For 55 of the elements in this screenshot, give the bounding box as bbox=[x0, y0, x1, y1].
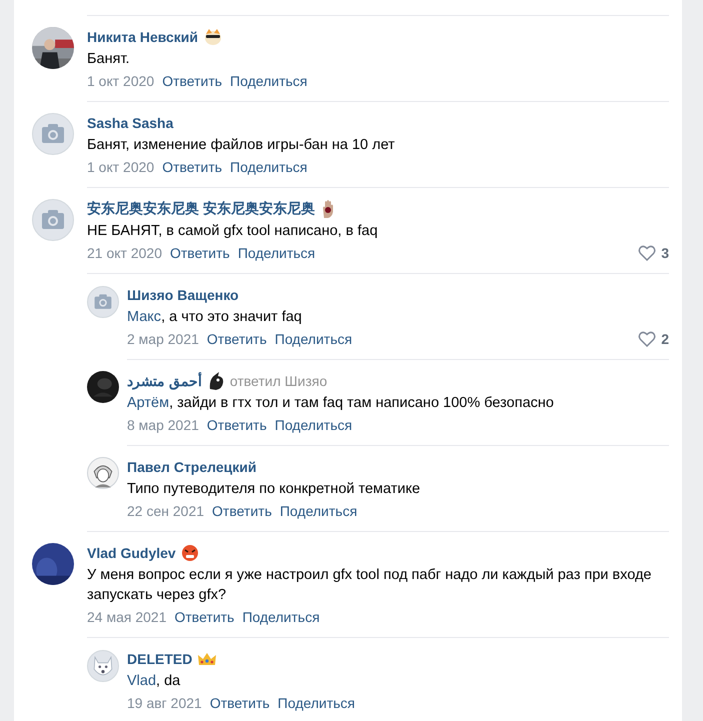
reply-link[interactable]: Ответить bbox=[162, 73, 222, 89]
reply-link[interactable]: Ответить bbox=[212, 503, 272, 519]
comment-date: 19 авг 2021 bbox=[127, 695, 202, 711]
comment-text: Vlad, da bbox=[127, 672, 182, 691]
author-name[interactable]: Шизяо Ващенко bbox=[127, 287, 239, 303]
reply-link[interactable]: Ответить bbox=[170, 245, 230, 261]
reply-link[interactable]: Ответить bbox=[174, 609, 234, 625]
crown-icon bbox=[197, 651, 218, 667]
camera-icon bbox=[32, 113, 74, 155]
like-button[interactable]: 2 bbox=[638, 331, 669, 347]
comment-text: Типо путеводителя по конкретной тематике bbox=[127, 480, 422, 499]
reply-link[interactable]: Ответить bbox=[206, 331, 267, 347]
comment-date: 1 окт 2020 bbox=[87, 73, 154, 89]
comment-date: 2 мар 2021 bbox=[127, 331, 199, 347]
share-link[interactable]: Поделиться bbox=[242, 609, 320, 625]
comment-date: 22 сен 2021 bbox=[127, 503, 204, 519]
author-name[interactable]: Павел Стрелецкий bbox=[127, 459, 256, 475]
share-link[interactable]: Поделиться bbox=[274, 417, 352, 433]
comment-text: Макс, а что это значит faq bbox=[127, 308, 303, 327]
comment-date: 1 окт 2020 bbox=[87, 159, 154, 175]
cat-icon bbox=[203, 28, 224, 46]
comment-date: 24 мая 2021 bbox=[87, 609, 166, 625]
author-name[interactable]: Никита Невский bbox=[87, 29, 198, 45]
heart-icon bbox=[638, 331, 656, 347]
share-link[interactable]: Поделиться bbox=[280, 503, 358, 519]
reply-target: ответил Шизяо bbox=[230, 373, 328, 389]
like-button[interactable]: 3 bbox=[638, 245, 669, 261]
reply-link[interactable]: Ответить bbox=[162, 159, 222, 175]
comment-text: НЕ БАНЯТ, в самой gfx tool написано, в faq bbox=[87, 222, 379, 241]
angry-face-icon bbox=[180, 544, 199, 562]
share-link[interactable]: Поделиться bbox=[230, 73, 308, 89]
mention-link[interactable]: Vlad bbox=[127, 673, 156, 689]
heart-icon bbox=[638, 245, 656, 261]
mention-link[interactable]: Макс bbox=[127, 309, 162, 325]
author-name[interactable]: Sasha Sasha bbox=[87, 115, 174, 131]
camera-icon bbox=[87, 286, 119, 318]
comment-text: Банят, изменение файлов игры-бан на 10 лет bbox=[87, 136, 396, 155]
comment-date: 21 окт 2020 bbox=[87, 245, 162, 261]
share-link[interactable]: Поделиться bbox=[238, 245, 316, 261]
comment-text: Артём, зайди в гтх тол и там faq там написано 100% безопасно bbox=[127, 394, 555, 413]
share-link[interactable]: Поделиться bbox=[230, 159, 308, 175]
reply-link[interactable]: Ответить bbox=[206, 417, 267, 433]
camera-icon bbox=[32, 199, 74, 241]
author-name[interactable]: أحمق متشرد bbox=[127, 373, 202, 389]
share-link[interactable]: Поделиться bbox=[278, 695, 355, 711]
comment-text: Банят. bbox=[87, 50, 131, 69]
mention-link[interactable]: Артём bbox=[127, 395, 170, 411]
share-link[interactable]: Поделиться bbox=[274, 331, 352, 347]
author-name[interactable]: Vlad Gudylev bbox=[87, 545, 176, 561]
author-name[interactable]: 安东尼奥安东尼奥 安东尼奥安东尼奥 bbox=[87, 200, 315, 218]
author-name[interactable]: DELETED bbox=[127, 651, 192, 667]
comment-text: У меня вопрос если я уже настроил gfx tool под пабг надо ли каждый раз при входе запускать через gfx? bbox=[87, 566, 652, 605]
reply-link[interactable]: Ответить bbox=[210, 695, 270, 711]
comment-date: 8 мар 2021 bbox=[127, 417, 199, 433]
dog-icon bbox=[87, 650, 119, 682]
